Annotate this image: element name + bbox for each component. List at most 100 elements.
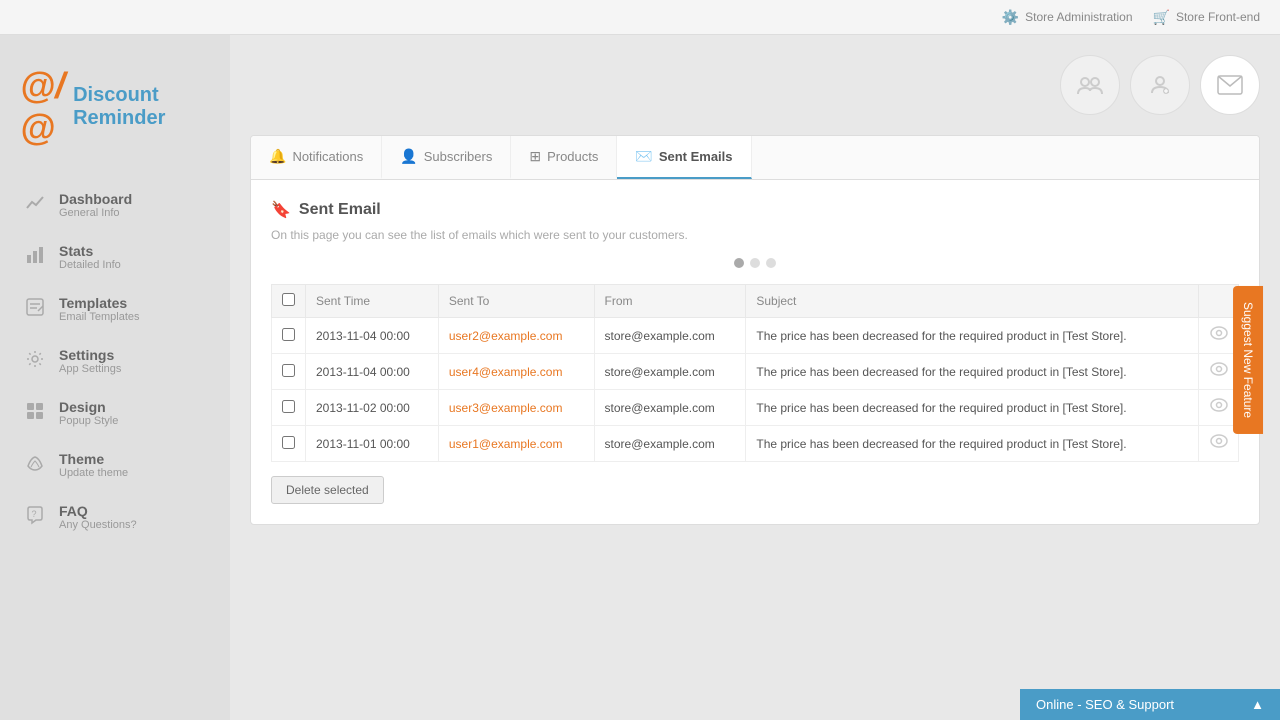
mail-icon-btn[interactable] (1200, 55, 1260, 115)
tab-sent-emails[interactable]: ✉️ Sent Emails (617, 136, 751, 179)
view-email-button[interactable] (1210, 434, 1228, 453)
main-layout: @/@ Discount Reminder Dashboard General … (0, 35, 1280, 720)
store-admin-link[interactable]: ⚙️ Store Administration (1002, 9, 1133, 26)
subject-cell: The price has been decreased for the req… (746, 354, 1199, 390)
view-email-button[interactable] (1210, 326, 1228, 345)
col-select-all (272, 285, 306, 318)
templates-label: Templates (59, 295, 140, 311)
section-description: On this page you can see the list of ema… (271, 228, 1239, 242)
select-all-checkbox[interactable] (282, 293, 295, 306)
logo-area: @/@ Discount Reminder (0, 55, 230, 179)
notifications-icon: 🔔 (269, 148, 286, 165)
sidebar-item-theme[interactable]: Theme Update theme (0, 439, 230, 491)
svg-text:?: ? (31, 509, 36, 519)
emails-table: Sent Time Sent To From Subject 2013-11-0… (271, 284, 1239, 462)
section-title: 🔖 Sent Email (271, 200, 1239, 220)
faq-label: FAQ (59, 503, 137, 519)
faq-sublabel: Any Questions? (59, 519, 137, 531)
templates-icon (23, 297, 47, 322)
section-title-icon: 🔖 (271, 200, 291, 220)
theme-label: Theme (59, 451, 128, 467)
subject-cell: The price has been decreased for the req… (746, 318, 1199, 354)
store-icon: 🛒 (1153, 9, 1170, 26)
view-email-button[interactable] (1210, 398, 1228, 417)
sent-to-email-link[interactable]: user1@example.com (449, 437, 563, 451)
logo-text: Discount Reminder (73, 84, 165, 130)
from-cell: store@example.com (594, 318, 746, 354)
sidebar-item-stats[interactable]: Stats Detailed Info (0, 231, 230, 283)
settings-label: Settings (59, 347, 121, 363)
tab-products[interactable]: ⊞ Products (511, 136, 617, 179)
sent-time-cell: 2013-11-04 00:00 (306, 354, 439, 390)
sent-time-cell: 2013-11-01 00:00 (306, 426, 439, 462)
row-checkbox-3[interactable] (282, 436, 295, 449)
stats-label: Stats (59, 243, 121, 259)
card-body: 🔖 Sent Email On this page you can see th… (251, 180, 1259, 524)
dashboard-sublabel: General Info (59, 207, 132, 219)
seo-bar[interactable]: Online - SEO & Support ▲ (1020, 689, 1280, 720)
sidebar-item-faq[interactable]: ? FAQ Any Questions? (0, 491, 230, 543)
sent-to-cell: user4@example.com (438, 354, 594, 390)
col-sent-time: Sent Time (306, 285, 439, 318)
table-row: 2013-11-04 00:00 user2@example.com store… (272, 318, 1239, 354)
store-frontend-link[interactable]: 🛒 Store Front-end (1153, 9, 1260, 26)
row-checkbox-cell (272, 390, 306, 426)
sent-to-cell: user3@example.com (438, 390, 594, 426)
dot-1 (734, 258, 744, 268)
tab-subscribers[interactable]: 👤 Subscribers (382, 136, 511, 179)
dot-3 (766, 258, 776, 268)
suggest-feature-tab[interactable]: Suggest New Feature (1233, 286, 1263, 434)
admin-icon-btn[interactable] (1130, 55, 1190, 115)
sidebar-item-design[interactable]: Design Popup Style (0, 387, 230, 439)
stats-sublabel: Detailed Info (59, 259, 121, 271)
col-subject: Subject (746, 285, 1199, 318)
sidebar-item-templates[interactable]: Templates Email Templates (0, 283, 230, 335)
seo-arrow-icon: ▲ (1251, 697, 1264, 712)
delete-selected-button[interactable]: Delete selected (271, 476, 384, 504)
subject-cell: The price has been decreased for the req… (746, 426, 1199, 462)
content-area: 🔔 Notifications 👤 Subscribers ⊞ Products… (230, 35, 1280, 720)
settings-icon (23, 349, 47, 374)
dashboard-icon (23, 193, 47, 218)
dashboard-label: Dashboard (59, 191, 132, 207)
tabs: 🔔 Notifications 👤 Subscribers ⊞ Products… (251, 136, 1259, 180)
sent-time-cell: 2013-11-04 00:00 (306, 318, 439, 354)
view-email-button[interactable] (1210, 362, 1228, 381)
stats-icon (23, 245, 47, 270)
dot-2 (750, 258, 760, 268)
group-icon-btn[interactable] (1060, 55, 1120, 115)
sent-to-cell: user1@example.com (438, 426, 594, 462)
design-label: Design (59, 399, 118, 415)
tab-notifications[interactable]: 🔔 Notifications (251, 136, 382, 179)
store-frontend-label: Store Front-end (1176, 10, 1260, 24)
table-row: 2013-11-02 00:00 user3@example.com store… (272, 390, 1239, 426)
seo-label: Online - SEO & Support (1036, 697, 1174, 712)
suggest-tab-label: Suggest New Feature (1241, 302, 1255, 418)
sent-to-email-link[interactable]: user4@example.com (449, 365, 563, 379)
header-icons (250, 55, 1260, 115)
store-admin-label: Store Administration (1025, 10, 1132, 24)
sent-to-cell: user2@example.com (438, 318, 594, 354)
logo-icon: @/@ (20, 65, 65, 149)
row-checkbox-cell (272, 354, 306, 390)
row-checkbox-0[interactable] (282, 328, 295, 341)
sidebar-item-dashboard[interactable]: Dashboard General Info (0, 179, 230, 231)
top-bar: ⚙️ Store Administration 🛒 Store Front-en… (0, 0, 1280, 35)
design-icon (23, 401, 47, 426)
row-checkbox-1[interactable] (282, 364, 295, 377)
sent-time-cell: 2013-11-02 00:00 (306, 390, 439, 426)
sent-to-email-link[interactable]: user2@example.com (449, 329, 563, 343)
sidebar-item-settings[interactable]: Settings App Settings (0, 335, 230, 387)
subject-cell: The price has been decreased for the req… (746, 390, 1199, 426)
settings-sublabel: App Settings (59, 363, 121, 375)
products-icon: ⊞ (529, 148, 541, 165)
row-checkbox-2[interactable] (282, 400, 295, 413)
sidebar: @/@ Discount Reminder Dashboard General … (0, 35, 230, 720)
sent-to-email-link[interactable]: user3@example.com (449, 401, 563, 415)
from-cell: store@example.com (594, 390, 746, 426)
templates-sublabel: Email Templates (59, 311, 140, 323)
row-checkbox-cell (272, 426, 306, 462)
subscribers-icon: 👤 (400, 148, 417, 165)
pagination-dots (271, 258, 1239, 268)
table-row: 2013-11-01 00:00 user1@example.com store… (272, 426, 1239, 462)
